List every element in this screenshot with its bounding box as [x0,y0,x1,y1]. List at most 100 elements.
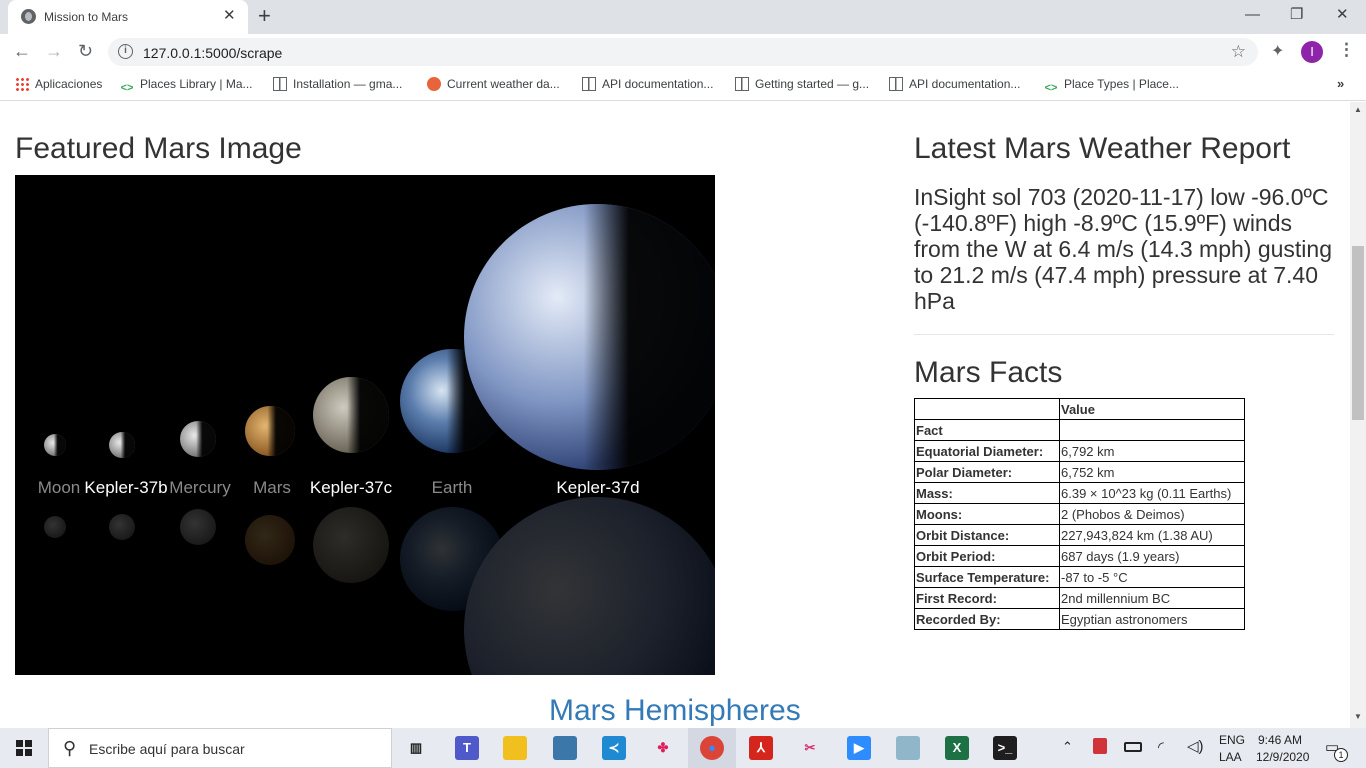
fact-value: 6.39 × 10^23 kg (0.11 Earths) [1059,482,1245,504]
fact-label: Moons: [914,503,1060,525]
restore-button[interactable]: ❐ [1290,6,1303,24]
minimize-button[interactable]: — [1245,6,1260,24]
vscode-icon[interactable]: ≺ [602,736,626,760]
file-explorer-icon[interactable] [503,736,527,760]
mars-facts-table: Value Fact Equatorial Diameter: 6,792 km P… [914,398,1245,630]
tab-mission-to-mars[interactable]: Mission to Mars ✕ [8,0,248,34]
featured-mars-image[interactable]: Moon Kepler-37b Mercury Mars Kepler-37c … [15,175,715,675]
hemispheres-title: Mars Hemispheres [549,694,801,727]
bookmark-item[interactable]: Aplicaciones [15,77,102,91]
planet-label-kepler-37b: Kepler-37b [84,478,168,497]
fact-value: Egyptian astronomers [1059,608,1245,630]
wifi-icon[interactable]: ◜ [1158,738,1164,756]
planets-illustration [44,204,715,675]
show-hidden-icons-icon[interactable]: ⌃ [1062,739,1073,755]
fact-value: 6,792 km [1059,440,1245,462]
table-header-empty [1059,419,1245,441]
facts-title: Mars Facts [914,356,1063,389]
new-tab-button[interactable]: + [258,4,271,28]
volume-icon[interactable]: ◁) [1187,737,1204,755]
fact-label: Orbit Period: [914,545,1060,567]
planet-label-mercury: Mercury [169,478,231,497]
clock-date[interactable]: 12/9/2020 [1256,750,1309,764]
battery-icon[interactable] [1124,742,1142,752]
url-text[interactable]: 127.0.0.1:5000/scrape [143,45,282,61]
windows-taskbar: ⚲ Escribe aquí para buscar ▥ T ≺ ✤ ● ⅄ ✂ ▶ X >_ ⌃… [0,728,1366,768]
task-view-icon[interactable]: ▥ [404,736,428,760]
bookmark-item[interactable]: <> Place Types | Place... [1044,77,1179,95]
bookmark-label: Getting started — g... [755,77,870,91]
browser-menu-icon[interactable]: ⋮ [1338,40,1355,60]
bookmark-star-icon[interactable]: ☆ [1231,42,1246,62]
scroll-up-icon[interactable]: ▲ [1354,105,1362,114]
doc-icon [735,77,749,91]
fact-label: Equatorial Diameter: [914,440,1060,462]
fact-value: 687 days (1.9 years) [1059,545,1245,567]
app-icon[interactable] [896,736,920,760]
table-header-row: Value [914,398,1245,420]
planet-label-earth: Earth [431,478,473,497]
address-bar[interactable]: i 127.0.0.1:5000/scrape ☆ [108,38,1258,66]
close-tab-icon[interactable]: ✕ [223,8,236,24]
bookmark-item[interactable]: Installation — gma... [273,77,402,91]
browser-toolbar: ← → ↻ i 127.0.0.1:5000/scrape ☆ ✦ I ⋮ [0,34,1366,70]
fact-label: Mass: [914,482,1060,504]
table-row: Surface Temperature: -87 to -5 °C [914,566,1245,588]
teams-icon[interactable]: T [455,736,479,760]
tab-title: Mission to Mars [44,10,129,24]
zoom-icon[interactable]: ▶ [847,736,871,760]
fact-value: -87 to -5 °C [1059,566,1245,588]
bookmark-label: API documentation... [602,77,714,91]
fact-label: Orbit Distance: [914,524,1060,546]
forward-button[interactable]: → [45,41,63,61]
clock-time[interactable]: 9:46 AM [1258,733,1302,747]
fact-label: Recorded By: [914,608,1060,630]
notification-count-badge: 1 [1334,748,1348,762]
close-window-button[interactable]: ✕ [1336,6,1349,24]
tab-strip: Mission to Mars ✕ + — ❐ ✕ [0,0,1366,34]
slack-icon[interactable]: ✤ [651,736,675,760]
bookmark-item[interactable]: <> Places Library | Ma... [120,77,253,95]
bookmarks-more-button[interactable]: » [1337,76,1344,91]
weather-report-text: InSight sol 703 (2020-11-17) low -96.0ºC… [914,184,1332,314]
fact-label: First Record: [914,587,1060,609]
reload-button[interactable]: ↻ [78,41,93,61]
profile-avatar[interactable]: I [1301,41,1323,63]
language-top[interactable]: ENG [1219,733,1245,747]
fact-value: 227,943,824 km (1.38 AU) [1059,524,1245,546]
chrome-icon[interactable]: ● [700,736,724,760]
page-content: Featured Mars Image Moon Kepler-37b Merc… [0,102,1350,728]
planet-label-moon: Moon [37,478,81,497]
table-row: Mass: 6.39 × 10^23 kg (0.11 Earths) [914,482,1245,504]
bookmark-item[interactable]: API documentation... [889,77,1020,91]
fact-value: 6,752 km [1059,461,1245,483]
bookmarks-bar: Aplicaciones <> Places Library | Ma... Inst… [0,70,1366,101]
bookmark-label: Installation — gma... [293,77,403,91]
language-bottom[interactable]: LAA [1219,750,1242,764]
bookmark-item[interactable]: Getting started — g... [735,77,869,91]
site-info-icon[interactable]: i [118,44,133,59]
back-button[interactable]: ← [13,41,31,61]
taskbar-search-box[interactable]: ⚲ Escribe aquí para buscar [48,728,392,768]
planet-label-kepler-37c: Kepler-37c [309,478,393,497]
doc-icon [582,77,596,91]
table-header-empty [914,398,1060,420]
snipping-icon[interactable]: ✂ [798,736,822,760]
tray-app-icon[interactable] [1093,738,1107,754]
scroll-down-icon[interactable]: ▼ [1354,712,1362,721]
terminal-icon[interactable]: >_ [993,736,1017,760]
bookmark-item[interactable]: Current weather da... [427,77,560,91]
acrobat-icon[interactable]: ⅄ [749,736,773,760]
excel-icon[interactable]: X [945,736,969,760]
table-row: Moons: 2 (Phobos & Deimos) [914,503,1245,525]
windows-start-icon[interactable] [16,740,32,756]
table-row: First Record: 2nd millennium BC [914,587,1245,609]
bookmark-label: Current weather da... [447,77,560,91]
page-scrollbar[interactable]: ▲ ▼ [1350,102,1366,728]
code-icon: <> [120,82,134,94]
bookmark-item[interactable]: API documentation... [582,77,713,91]
extensions-puzzle-icon[interactable]: ✦ [1271,41,1284,61]
table-row: Recorded By: Egyptian astronomers [914,608,1245,630]
python-icon[interactable] [553,736,577,760]
scroll-thumb[interactable] [1352,246,1364,420]
